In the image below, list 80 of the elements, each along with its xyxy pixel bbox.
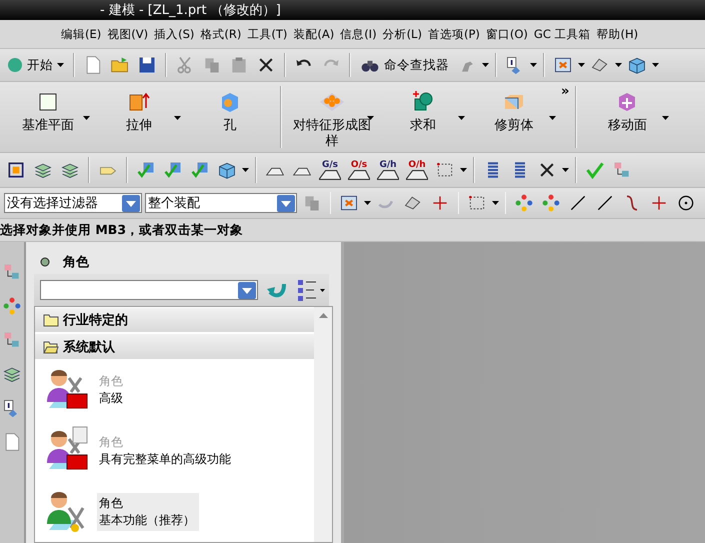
caret-icon[interactable]	[492, 201, 499, 205]
caret-icon[interactable]	[578, 63, 585, 67]
menu-item[interactable]: GC 工具箱	[530, 26, 594, 42]
snap-icon[interactable]	[339, 193, 359, 213]
line-icon[interactable]	[568, 193, 588, 213]
feature-button[interactable]: 对特征形成图样	[288, 84, 376, 150]
command-finder-button[interactable]: 命令查找器	[357, 52, 452, 78]
center-icon[interactable]	[676, 193, 696, 213]
more-button[interactable]: »	[561, 84, 570, 99]
caret-icon[interactable]	[242, 168, 249, 172]
menu-item[interactable]: 分析(L)	[380, 26, 425, 42]
caret-icon[interactable]	[364, 201, 371, 205]
role-item[interactable]: 角色 基本功能（推荐）	[97, 492, 199, 531]
open-folder-icon[interactable]	[110, 55, 130, 75]
caret-icon[interactable]	[562, 168, 569, 172]
save-icon[interactable]	[137, 55, 157, 75]
open-folder-icon	[43, 340, 59, 354]
caret-icon[interactable]	[652, 63, 659, 67]
role-item[interactable]: 角色 具有完整菜单的高级功能	[97, 432, 235, 470]
caret-icon[interactable]	[460, 168, 467, 172]
menu-item[interactable]: 格式(R)	[197, 26, 244, 42]
group-header[interactable]: 行业特定的	[35, 308, 314, 332]
check-block-icon[interactable]	[163, 160, 183, 180]
cube-icon[interactable]	[627, 55, 647, 75]
menu-item[interactable]: 帮助(H)	[594, 26, 642, 42]
feature-button[interactable]: 基准平面	[4, 84, 92, 150]
prompt-text: 选择对象并使用 MB3，或者双击某一对象	[0, 222, 244, 238]
menu-item[interactable]: 装配(A)	[290, 26, 338, 42]
frame-icon[interactable]	[6, 160, 26, 180]
points-icon[interactable]	[541, 193, 561, 213]
role-item[interactable]: 角色 高级	[97, 371, 127, 410]
caret-icon[interactable]	[482, 63, 489, 67]
caret-icon[interactable]	[57, 63, 64, 67]
cube-icon[interactable]	[217, 160, 237, 180]
menu-item[interactable]: 工具(T)	[244, 26, 290, 42]
selection-filter-dropdown[interactable]: 没有选择过滤器	[4, 193, 142, 213]
caret-icon[interactable]	[174, 116, 181, 120]
check-block-icon[interactable]	[136, 160, 156, 180]
caret-icon[interactable]	[549, 116, 556, 120]
caret-icon[interactable]	[367, 116, 374, 120]
start-icon	[7, 57, 23, 73]
start-button[interactable]: 开始	[4, 52, 67, 78]
scroll-up-icon[interactable]	[318, 313, 328, 318]
list-view-icon[interactable]	[296, 278, 326, 302]
caret-icon[interactable]	[458, 116, 465, 120]
feature-button[interactable]: 求和	[379, 84, 467, 150]
surface-button[interactable]: O/s	[346, 156, 372, 184]
window-icon[interactable]	[553, 55, 573, 75]
menu-item[interactable]: 首选项(P)	[424, 26, 483, 42]
surface-icon	[348, 170, 370, 180]
assembly-scope-dropdown[interactable]: 整个装配	[145, 193, 297, 213]
feature-button[interactable]: 移动面	[583, 84, 672, 150]
menu-item[interactable]: 窗口(O)	[482, 26, 531, 42]
folder-icon	[43, 313, 59, 328]
feature-button[interactable]: 拉伸	[95, 84, 183, 150]
surface-icon	[319, 170, 341, 180]
surface-button[interactable]: G/s	[317, 156, 343, 184]
menu-item[interactable]: 信息(I)	[337, 26, 380, 42]
points-icon[interactable]	[514, 193, 534, 213]
check-icon[interactable]	[585, 160, 605, 180]
check-block-icon[interactable]	[190, 160, 210, 180]
pattern-icon	[320, 90, 344, 114]
feature-button[interactable]: 孔	[186, 84, 274, 150]
feature-button[interactable]: 修剪体	[470, 84, 558, 150]
window-title: - 建模 - [ZL_1.prt （修改的）]	[100, 2, 281, 19]
surface-button[interactable]: G/h	[375, 156, 401, 184]
role-dropdown[interactable]	[40, 280, 258, 300]
menu-item[interactable]: 编辑(E)	[58, 26, 104, 42]
caret-icon[interactable]	[615, 63, 622, 67]
role-icon	[39, 256, 51, 268]
menu-item[interactable]: 视图(V)	[104, 26, 152, 42]
surface-icon	[377, 170, 399, 180]
surface-button[interactable]: O/h	[404, 156, 430, 184]
caret-icon[interactable]	[530, 63, 537, 67]
menu-item[interactable]: 插入(S)	[151, 26, 198, 42]
group-header[interactable]: 系统默认	[35, 334, 314, 359]
caret-icon[interactable]	[83, 116, 90, 120]
panel-title: 角色	[63, 254, 89, 271]
caret-icon[interactable]	[662, 116, 670, 120]
surface-icon	[406, 170, 428, 180]
